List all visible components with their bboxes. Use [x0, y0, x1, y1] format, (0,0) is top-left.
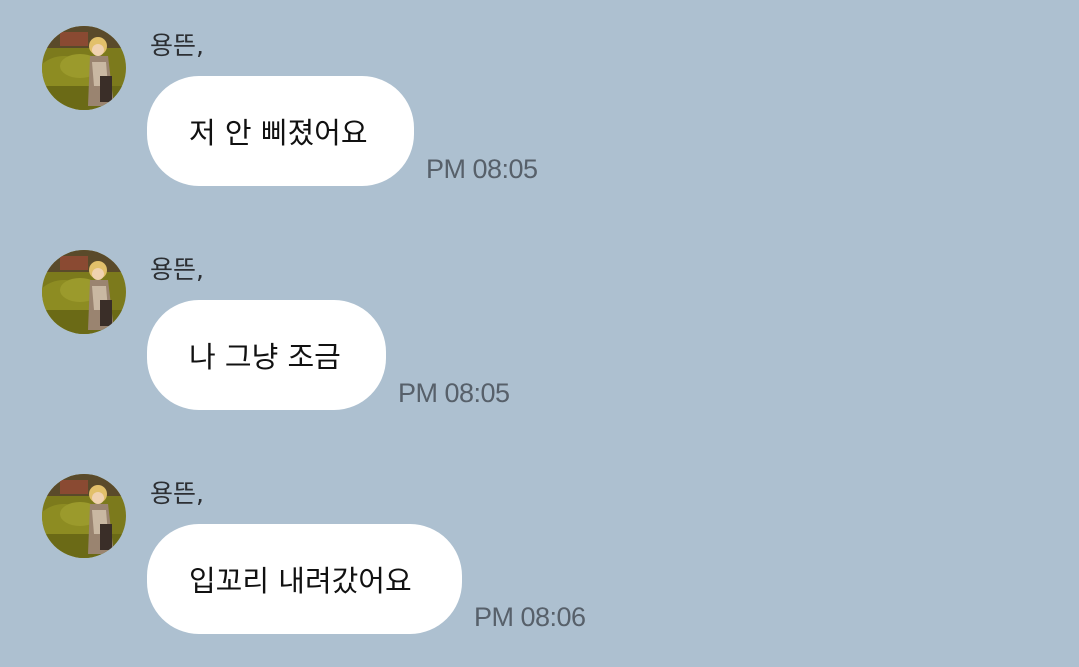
sender-name: 용뜬,	[150, 479, 204, 508]
message-timestamp: PM 08:05	[398, 378, 510, 408]
avatar[interactable]	[42, 26, 126, 110]
profile-photo-icon	[42, 250, 126, 334]
message-bubble[interactable]: 입꼬리 내려갔어요	[147, 524, 462, 634]
chat-thread: 용뜬, 저 안 삐졌어요 PM 08:05 용뜬, 나 그냥 조금 PM 08:…	[0, 0, 1079, 667]
avatar[interactable]	[42, 250, 126, 334]
sender-name: 용뜬,	[150, 255, 204, 284]
message-text: 입꼬리 내려갔어요	[189, 564, 412, 598]
profile-photo-icon	[42, 474, 126, 558]
message-timestamp: PM 08:06	[474, 602, 586, 632]
profile-photo-icon	[42, 26, 126, 110]
message-bubble[interactable]: 저 안 삐졌어요	[147, 76, 414, 186]
sender-name: 용뜬,	[150, 31, 204, 60]
message-timestamp: PM 08:05	[426, 154, 538, 184]
message-row: 용뜬, 나 그냥 조금 PM 08:05	[0, 224, 1079, 414]
message-text: 저 안 삐졌어요	[189, 116, 368, 150]
message-row: 용뜬, 입꼬리 내려갔어요 PM 08:06	[0, 448, 1079, 638]
message-row: 용뜬, 저 안 삐졌어요 PM 08:05	[0, 0, 1079, 190]
avatar[interactable]	[42, 474, 126, 558]
message-text: 나 그냥 조금	[189, 340, 341, 374]
message-bubble[interactable]: 나 그냥 조금	[147, 300, 386, 410]
